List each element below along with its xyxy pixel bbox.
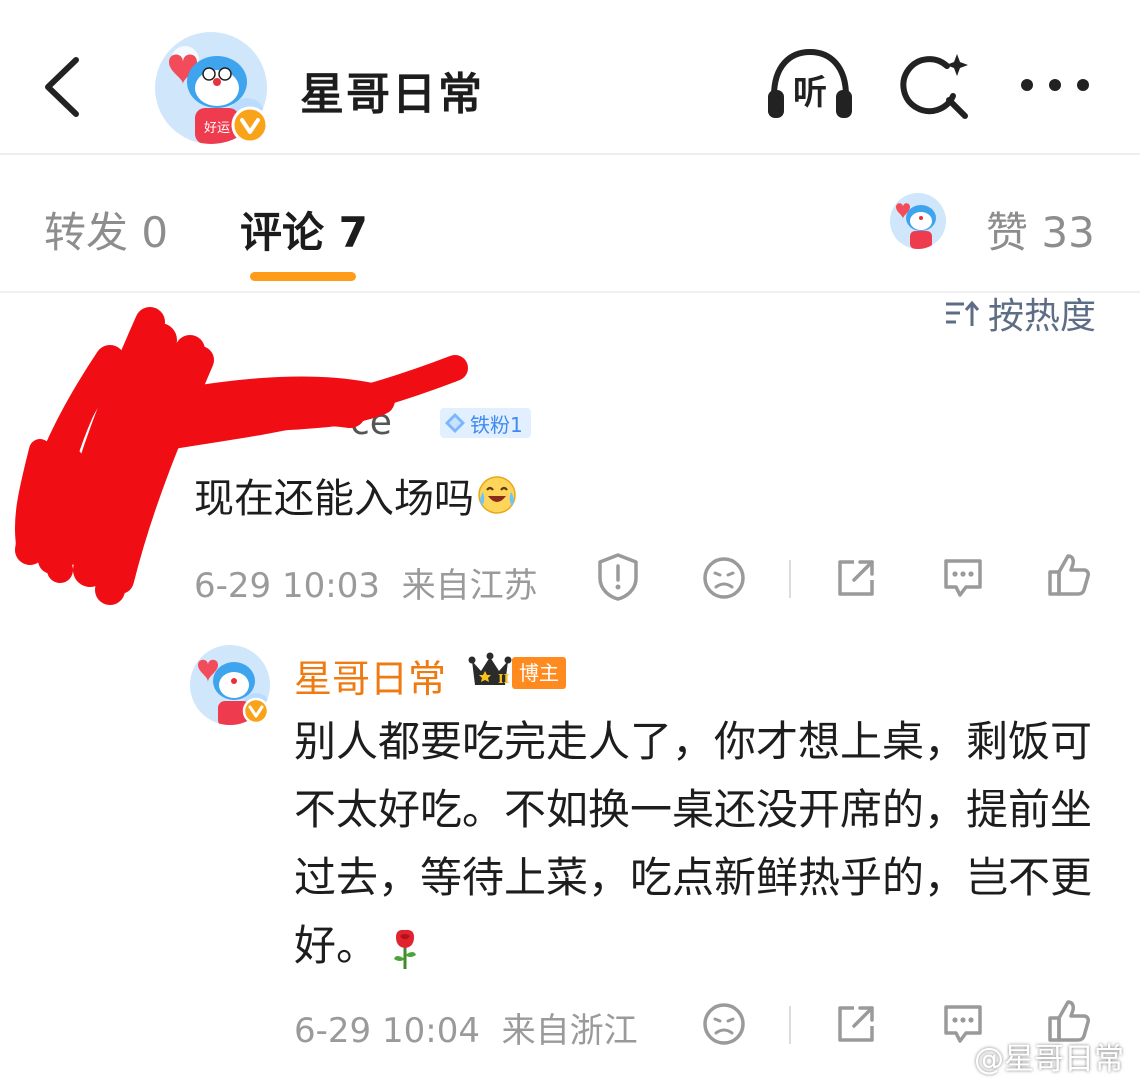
comment-time: 6-29 10:03	[194, 566, 380, 606]
comment-icon	[944, 559, 982, 597]
top-bar: 好运 星哥日常 听	[0, 0, 1140, 155]
search-sparkle-icon	[900, 54, 968, 119]
rose-emoji	[394, 929, 417, 969]
share-button[interactable]	[834, 556, 878, 604]
diamond-icon	[445, 413, 465, 433]
svg-text:听: 听	[793, 73, 827, 113]
tab-repost[interactable]: 转发 0	[44, 199, 168, 260]
reply-location: 来自浙江	[501, 1011, 638, 1051]
chevron-left-icon	[45, 57, 79, 117]
reply-time: 6-29 10:04	[294, 1011, 480, 1051]
sort-toggle[interactable]: 按热度	[944, 292, 1096, 337]
report-button[interactable]	[596, 552, 640, 606]
reply-text: 别人都要吃完走人了，你才想上桌，剩饭可不太好吃。不如换一桌还没开席的，提前坐过去…	[294, 717, 1093, 970]
fan-badge: 铁粉1	[440, 408, 531, 438]
like-button[interactable]	[1046, 552, 1092, 602]
avatar[interactable]: 好运	[155, 32, 269, 144]
reply-share-button[interactable]	[834, 1002, 878, 1050]
like-icon	[1048, 554, 1090, 596]
commenter-name[interactable]: ce	[350, 402, 392, 443]
comment-text: 现在还能入场吗	[194, 466, 518, 524]
blogger-badge: 博主	[512, 657, 566, 689]
crown-icon: II	[468, 652, 512, 686]
watermark: @星哥日常	[928, 1034, 1124, 1078]
reply-avatar[interactable]	[190, 645, 270, 725]
comment-location: 来自江苏	[401, 566, 538, 606]
share-icon	[838, 1006, 874, 1042]
verified-badge-icon	[231, 106, 269, 144]
action-divider	[789, 1006, 791, 1044]
comment-meta: 6-29 10:03 来自江苏	[194, 558, 538, 607]
reply-author-name[interactable]: 星哥日常	[294, 648, 446, 703]
share-icon	[838, 560, 874, 596]
svg-text:II: II	[498, 672, 510, 686]
weibo-logo-icon	[929, 1042, 966, 1072]
dislike-button[interactable]	[702, 556, 746, 604]
reply-button[interactable]	[940, 555, 986, 605]
action-divider	[789, 560, 791, 598]
dislike-icon	[703, 1003, 745, 1045]
tab-comment[interactable]: 评论 7	[240, 199, 368, 260]
page-title[interactable]: 星哥日常	[300, 58, 484, 122]
laughing-crying-emoji	[478, 476, 516, 514]
reply-dislike-button[interactable]	[702, 1002, 746, 1050]
reply-meta: 6-29 10:04 来自浙江	[294, 1003, 638, 1052]
report-icon	[598, 553, 638, 601]
headphones-icon: 听	[768, 48, 852, 118]
back-button[interactable]	[38, 52, 90, 122]
more-button[interactable]	[1018, 70, 1092, 100]
search-button[interactable]	[895, 48, 975, 124]
liker-avatar[interactable]	[890, 193, 946, 249]
svg-text:好运: 好运	[204, 121, 230, 136]
tab-likes[interactable]: 赞 33	[986, 199, 1095, 260]
dislike-icon	[703, 557, 745, 599]
tab-bar: 转发 0 评论 7 赞 33	[0, 157, 1140, 293]
listen-button[interactable]: 听	[764, 44, 856, 124]
active-tab-indicator	[250, 272, 356, 281]
verified-badge-icon	[242, 697, 270, 725]
sort-icon	[946, 300, 980, 326]
sort-label: 按热度	[988, 296, 1097, 337]
more-dots-icon	[1021, 79, 1089, 91]
